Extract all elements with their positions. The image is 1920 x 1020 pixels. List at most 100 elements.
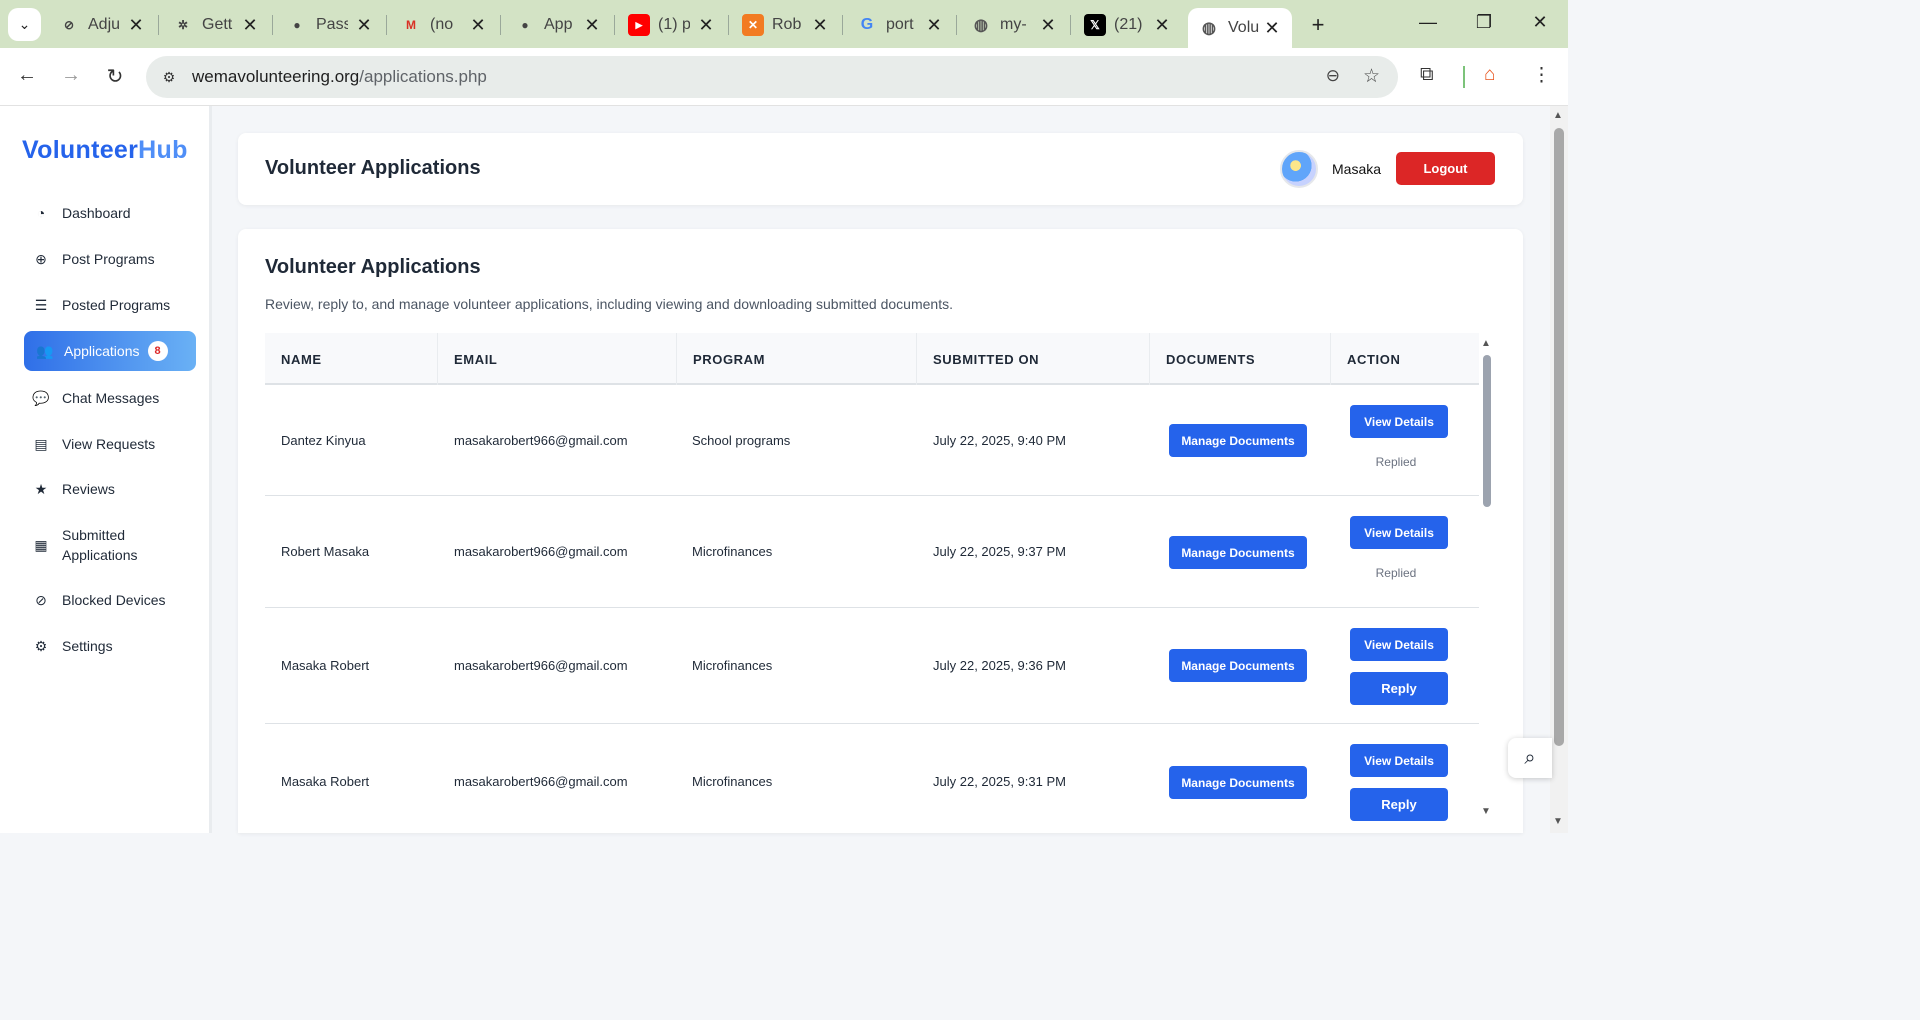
page-scrollbar[interactable]: ▲ ▼: [1550, 106, 1568, 833]
table-row: Masaka Robert masakarobert966@gmail.com …: [265, 724, 1479, 833]
inspect-search-icon[interactable]: ⌕: [1508, 738, 1552, 778]
logout-button[interactable]: Logout: [1396, 152, 1495, 185]
sidebar-item-posted-programs[interactable]: ☰ Posted Programs: [24, 294, 196, 316]
sidebar-item-label: Posted Programs: [62, 297, 171, 313]
close-window-icon[interactable]: ✕: [1526, 12, 1554, 33]
forward-arrow-icon[interactable]: →: [58, 64, 84, 87]
scrollbar-thumb[interactable]: [1554, 128, 1564, 746]
reply-button[interactable]: Reply: [1350, 788, 1448, 821]
column-header-action: ACTION: [1347, 351, 1401, 367]
tab-title: App: [544, 16, 573, 33]
sidebar-item-reviews[interactable]: ★ Reviews: [24, 478, 196, 500]
browser-tab[interactable]: 𝕏 (21) ✕: [1084, 8, 1170, 42]
sidebar-item-label: Applications: [64, 343, 140, 359]
browser-tab[interactable]: ◍ my- ✕: [970, 8, 1056, 42]
site-settings-icon[interactable]: ⚙: [158, 69, 180, 86]
close-icon[interactable]: ✕: [1264, 18, 1280, 39]
sidebar-item-post-programs[interactable]: ⊕ Post Programs: [24, 248, 196, 270]
sidebar-item-label: Dashboard: [62, 205, 131, 221]
browser-tab[interactable]: M (no ✕: [400, 8, 486, 42]
github-icon: ●: [293, 18, 301, 32]
scrollbar-thumb[interactable]: [1483, 355, 1491, 507]
tab-title: my-: [1000, 16, 1027, 33]
tab-divider: [728, 15, 729, 35]
browser-tab[interactable]: ● Pass ✕: [286, 8, 372, 42]
table-row: Masaka Robert masakarobert966@gmail.com …: [265, 608, 1479, 724]
tab-divider: [614, 15, 615, 35]
close-icon[interactable]: ✕: [584, 15, 600, 36]
close-icon[interactable]: ✕: [1154, 15, 1170, 36]
scroll-down-arrow-icon[interactable]: ▼: [1553, 816, 1563, 827]
applicant-email: masakarobert966@gmail.com: [454, 658, 628, 673]
extension-home-icon[interactable]: ⌂: [1484, 64, 1495, 86]
manage-documents-button[interactable]: Manage Documents: [1169, 649, 1307, 682]
column-header-program: PROGRAM: [677, 333, 917, 385]
applicant-program: Microfinances: [692, 544, 773, 559]
applicant-name: Masaka Robert: [281, 658, 370, 673]
view-details-button[interactable]: View Details: [1350, 405, 1448, 438]
url-path: /applications.php: [359, 67, 487, 86]
sidebar-item-submitted-applications[interactable]: ▦ Submitted Applications: [24, 525, 196, 565]
submitted-date: July 22, 2025, 9:31 PM: [933, 774, 1066, 789]
applications-panel: Volunteer Applications Review, reply to,…: [238, 229, 1523, 833]
close-icon[interactable]: ✕: [926, 15, 942, 36]
sidebar-item-applications[interactable]: 👥 Applications 8: [24, 331, 196, 371]
minimize-icon[interactable]: —: [1414, 12, 1442, 33]
top-header: Volunteer Applications Masaka Logout: [238, 133, 1523, 205]
user-name: Masaka: [1332, 161, 1382, 177]
scroll-up-arrow-icon[interactable]: ▲: [1481, 338, 1491, 349]
tab-divider: [1070, 15, 1071, 35]
ban-icon: ⊘: [35, 591, 47, 608]
sidebar-item-blocked-devices[interactable]: ⊘ Blocked Devices: [24, 589, 196, 611]
sidebar-item-settings[interactable]: ⚙ Settings: [24, 635, 196, 657]
browser-tab[interactable]: ● App ✕: [514, 8, 600, 42]
close-icon[interactable]: ✕: [812, 15, 828, 36]
address-bar[interactable]: ⚙ wemavolunteering.org/applications.php …: [146, 56, 1398, 98]
extensions-puzzle-icon[interactable]: ⧉: [1420, 64, 1434, 86]
comments-icon: 💬: [32, 389, 50, 406]
tab-title: Volu: [1228, 19, 1260, 36]
close-icon[interactable]: ✕: [1040, 15, 1056, 36]
view-details-button[interactable]: View Details: [1350, 744, 1448, 777]
avatar[interactable]: [1280, 150, 1318, 188]
browser-tab[interactable]: G port ✕: [856, 8, 942, 42]
browser-menu-icon[interactable]: ⋮: [1532, 64, 1551, 87]
manage-documents-button[interactable]: Manage Documents: [1169, 536, 1307, 569]
sidebar-item-view-requests[interactable]: ▤ View Requests: [24, 433, 196, 455]
close-icon[interactable]: ✕: [356, 15, 372, 36]
close-icon[interactable]: ✕: [698, 15, 714, 36]
tab-search-button[interactable]: ⌄: [8, 8, 41, 41]
browser-tab[interactable]: ⊘ Adju ✕: [58, 8, 144, 42]
close-icon[interactable]: ✕: [128, 15, 144, 36]
gmail-icon: M: [406, 18, 416, 32]
view-details-button[interactable]: View Details: [1350, 516, 1448, 549]
reply-button[interactable]: Reply: [1350, 672, 1448, 705]
sidebar-item-chat-messages[interactable]: 💬 Chat Messages: [24, 387, 196, 409]
new-tab-icon[interactable]: +: [1306, 12, 1330, 38]
manage-documents-button[interactable]: Manage Documents: [1169, 424, 1307, 457]
url-text[interactable]: wemavolunteering.org/applications.php: [192, 67, 487, 87]
brand-logo[interactable]: VolunteerHub: [22, 136, 188, 165]
browser-tab[interactable]: ✲ Gett ✕: [172, 8, 258, 42]
section-title: Volunteer Applications: [265, 256, 481, 278]
zoom-icon[interactable]: ⊖: [1326, 66, 1340, 86]
sidebar-item-label: View Requests: [62, 436, 156, 452]
browser-tab-active[interactable]: ◍ Volu ✕: [1188, 8, 1292, 48]
browser-tab[interactable]: ✕ Rob ✕: [742, 8, 828, 42]
status-replied: Replied: [1375, 566, 1417, 580]
close-icon[interactable]: ✕: [470, 15, 486, 36]
table-scrollbar[interactable]: ▲ ▼: [1480, 333, 1494, 833]
scroll-down-arrow-icon[interactable]: ▼: [1481, 806, 1491, 817]
manage-documents-button[interactable]: Manage Documents: [1169, 766, 1307, 799]
reload-icon[interactable]: ↻: [102, 64, 128, 89]
back-arrow-icon[interactable]: ←: [14, 64, 40, 87]
browser-tab[interactable]: ▶ (1) p ✕: [628, 8, 714, 42]
close-icon[interactable]: ✕: [242, 15, 258, 36]
applicant-email: masakarobert966@gmail.com: [454, 774, 628, 789]
view-details-button[interactable]: View Details: [1350, 628, 1448, 661]
restore-icon[interactable]: ❐: [1470, 12, 1498, 33]
sidebar-item-dashboard[interactable]: ◔ Dashboard: [24, 202, 196, 224]
bookmark-star-icon[interactable]: ☆: [1363, 65, 1380, 88]
section-description: Review, reply to, and manage volunteer a…: [265, 296, 953, 312]
scroll-up-arrow-icon[interactable]: ▲: [1553, 110, 1563, 121]
